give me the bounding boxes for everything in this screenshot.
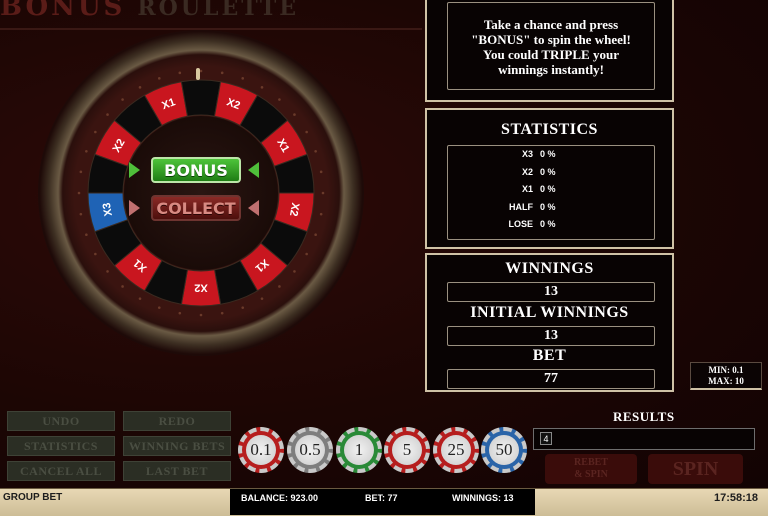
stat-row: X1 0 %: [521, 184, 556, 194]
rebet-spin-button[interactable]: REBET & SPIN: [545, 454, 637, 484]
wheel-rim-dot: [138, 86, 142, 89]
wheel-rim-dot: [260, 86, 264, 89]
wheel-segment-blank: [180, 79, 222, 117]
bonus-arrow-right-icon: [248, 162, 259, 178]
info-panel: Take a chance and press "BONUS" to spin …: [425, 0, 674, 102]
undo-button[interactable]: UNDO: [7, 411, 115, 431]
balance-readout: BALANCE: 923.00: [241, 493, 319, 503]
wheel-rim-dot: [260, 297, 264, 300]
statistics-button[interactable]: STATISTICS: [7, 436, 115, 456]
chip-5[interactable]: 5: [384, 427, 430, 473]
statistics-title: STATISTICS: [501, 121, 598, 138]
wheel-rim-dot: [278, 285, 281, 288]
wheel-rim-dot: [319, 212, 323, 216]
group-bet-label[interactable]: GROUP BET: [3, 492, 62, 503]
wheel-rim-dot: [157, 306, 161, 309]
wheel-rim-dot: [121, 285, 124, 288]
chip-1[interactable]: 1: [336, 427, 382, 473]
initial-winnings-label: INITIAL WINNINGS: [470, 304, 629, 321]
info-message: Take a chance and press "BONUS" to spin …: [447, 2, 655, 90]
wheel-rim-dot: [321, 191, 325, 195]
wheel-rim-dot: [157, 77, 161, 80]
wheel-rim-dot: [278, 98, 281, 101]
wheel-rim-dot: [314, 233, 317, 237]
wheel-rim-dot: [85, 233, 88, 237]
chip-25[interactable]: 25: [433, 427, 479, 473]
wheel-rim-dot: [241, 306, 245, 309]
last-bet-button[interactable]: LAST BET: [123, 461, 231, 481]
bet-label: BET: [532, 347, 567, 364]
wheel-rim-dot: [293, 113, 296, 116]
wheel-pointer: [196, 68, 200, 80]
wheel-rim-dot: [121, 98, 124, 101]
wheel-rim-dot: [94, 252, 97, 256]
wheel-segment-label: X2: [194, 282, 207, 294]
chip-50[interactable]: 50: [481, 427, 527, 473]
wheel-rim-dot: [220, 71, 224, 75]
wheel-rim-dot: [106, 113, 109, 116]
wheel-segment-label: X3: [101, 202, 115, 217]
wheel-rim-dot: [293, 270, 296, 273]
wheel-rim-dot: [305, 252, 308, 256]
winnings-panel: WINNINGS 13 INITIAL WINNINGS 13 BET 77: [425, 253, 674, 392]
result-item: 4: [540, 432, 552, 445]
collect-arrow-right-icon: [248, 200, 259, 216]
results-label: RESULTS: [613, 409, 675, 424]
stat-row: X3 0 %: [521, 149, 556, 159]
statistics-table: X3 0 % X2 0 % X1 0 % HALF 0 % LOSE 0 %: [447, 145, 655, 240]
wheel-rim-dot: [77, 191, 81, 195]
wheel-rim-dot: [85, 149, 88, 153]
wheel-rim-dot: [94, 130, 97, 134]
initial-winnings-value: 13: [447, 326, 655, 346]
wheel-rim-dot: [220, 311, 224, 315]
winnings-label: WINNINGS: [505, 260, 594, 277]
wheel-rim-dot: [199, 69, 203, 73]
wheel-rim-dot: [106, 270, 109, 273]
stat-row: X2 0 %: [521, 167, 556, 177]
game-logo: BONUS ROULETTE: [0, 0, 299, 16]
wheel-rim-dot: [138, 297, 142, 300]
stat-row: HALF 0 %: [509, 202, 556, 212]
bonus-wheel: X2 X1 X2 X1 X2 X1 X2 X1 X3 BONUS COLLECT: [38, 30, 364, 356]
chip-0-1[interactable]: 0.1: [238, 427, 284, 473]
bonus-button[interactable]: BONUS: [151, 157, 241, 183]
wheel-center: [124, 116, 278, 270]
bonus-arrow-left-icon: [129, 162, 140, 178]
wheel-rim-dot: [199, 313, 203, 317]
statistics-panel: STATISTICS X3 0 % X2 0 % X1 0 % HALF 0 % LOS…: [425, 108, 674, 249]
wheel-rim-dot: [319, 170, 323, 174]
collect-arrow-left-icon: [129, 200, 140, 216]
winnings-value: 13: [447, 282, 655, 302]
chip-0-5[interactable]: 0.5: [287, 427, 333, 473]
wheel-rim-dot: [79, 170, 83, 174]
clock: 17:58:18: [713, 492, 758, 504]
wheel-rim-dot: [241, 77, 245, 80]
bet-readout: BET: 77: [365, 493, 398, 503]
wheel-rim-dot: [178, 71, 182, 75]
winnings-readout: WINNINGS: 13: [452, 493, 514, 503]
winning-bets-button[interactable]: WINNING BETS: [123, 436, 231, 456]
cancel-all-button[interactable]: CANCEL ALL: [7, 461, 115, 481]
wheel-rim-dot: [79, 212, 83, 216]
wheel-segment-label: X2: [287, 202, 301, 217]
stat-row: LOSE 0 %: [508, 219, 556, 229]
wheel-rim-dot: [178, 311, 182, 315]
wheel-rim-dot: [305, 130, 308, 134]
bet-value: 77: [447, 369, 655, 389]
redo-button[interactable]: REDO: [123, 411, 231, 431]
spin-button[interactable]: SPIN: [648, 454, 743, 484]
balance-bar: BALANCE: 923.00 BET: 77 WINNINGS: 13: [230, 489, 535, 515]
wheel-rim-dot: [314, 149, 317, 153]
collect-button[interactable]: COLLECT: [151, 195, 241, 221]
bet-limits: MIN: 0.1 MAX: 10: [690, 362, 762, 390]
results-history: 4: [533, 428, 755, 450]
